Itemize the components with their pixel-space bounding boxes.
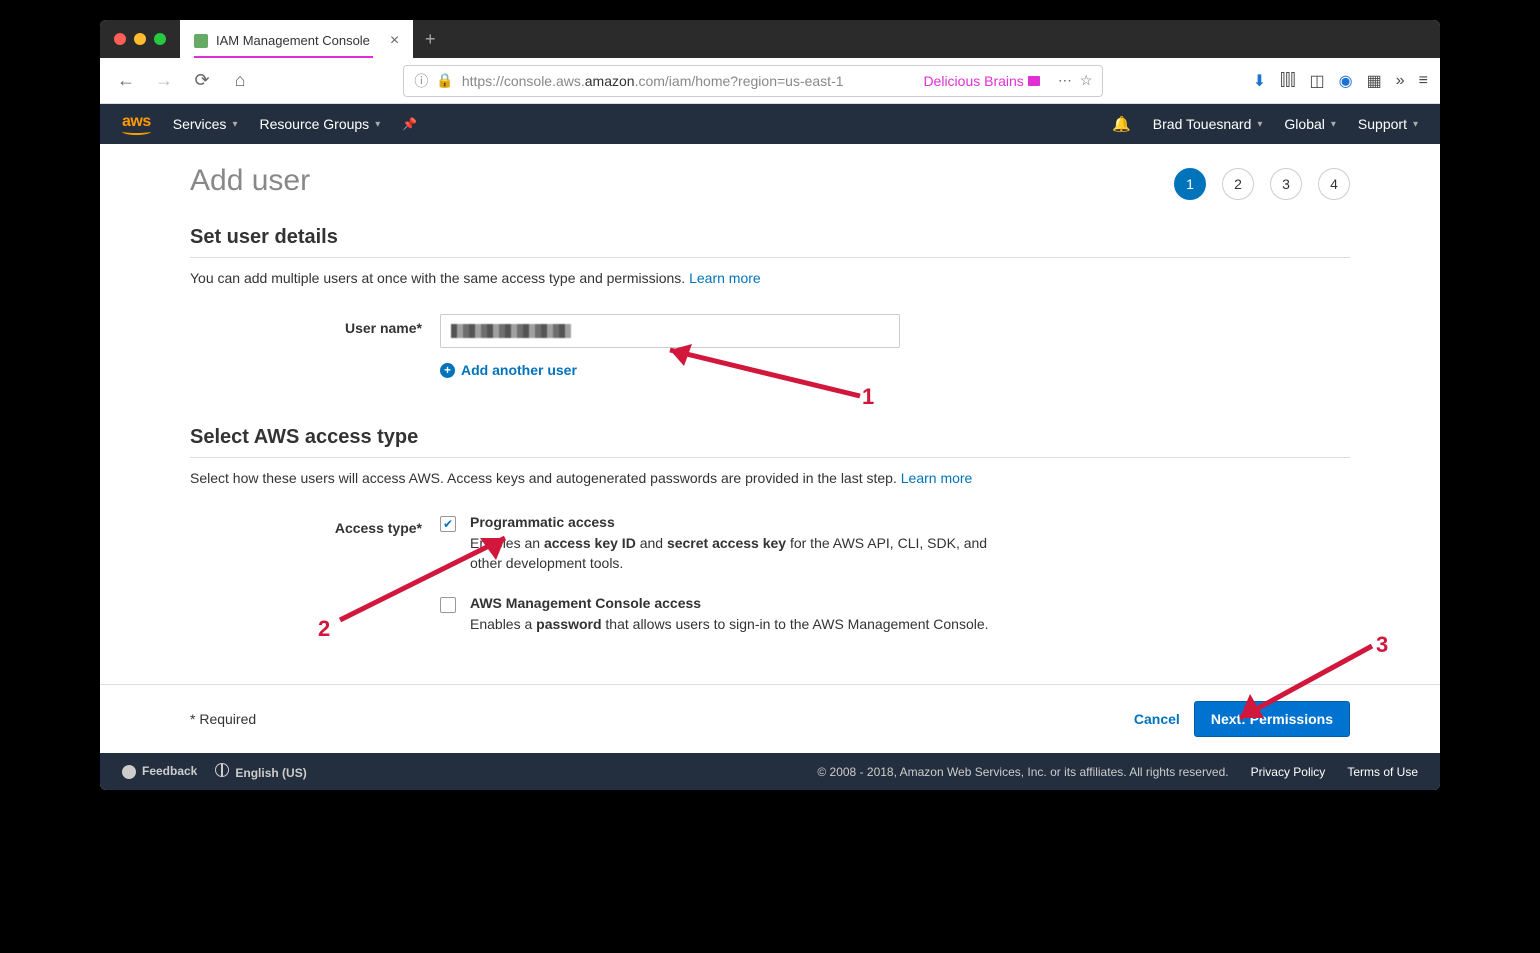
step-2: 2 — [1222, 168, 1254, 200]
lock-icon: 🔒 — [436, 72, 453, 89]
page-actions-icon[interactable]: ⋯ — [1058, 72, 1072, 89]
programmatic-access-checkbox[interactable]: ✔ — [440, 516, 456, 532]
tab-title: IAM Management Console — [216, 33, 370, 48]
library-icon[interactable]: ⫿⫿⫿ — [1280, 72, 1295, 90]
plus-circle-icon: + — [440, 363, 455, 378]
access-type-row: Access type* ✔ Programmatic access Enabl… — [190, 514, 1350, 657]
url-brand-badge: Delicious Brains — [923, 73, 1039, 89]
section-user-details-sub: You can add multiple users at once with … — [190, 270, 1350, 286]
wizard-steps: 1 2 3 4 — [1174, 168, 1350, 200]
services-menu[interactable]: Services▾ — [173, 116, 238, 132]
access-type-label: Access type* — [190, 514, 440, 536]
browser-window: IAM Management Console × + ← → ⟳ ⌂ ⓘ 🔒 h… — [100, 20, 1440, 790]
main-content: 1 2 3 4 Add user Set user details You ca… — [100, 144, 1440, 684]
button-bar: * Required Cancel Next: Permissions — [100, 684, 1440, 753]
browser-tab[interactable]: IAM Management Console × — [180, 20, 413, 58]
learn-more-link-2[interactable]: Learn more — [901, 470, 973, 486]
toolbar: ← → ⟳ ⌂ ⓘ 🔒 https://console.aws.amazon.c… — [100, 58, 1440, 104]
menu-icon[interactable]: ≡ — [1419, 72, 1428, 90]
new-tab-button[interactable]: + — [413, 20, 447, 58]
aws-logo[interactable]: aws — [122, 113, 151, 135]
tab-favicon — [194, 34, 208, 48]
window-controls — [100, 33, 180, 45]
learn-more-link[interactable]: Learn more — [689, 270, 761, 286]
minimize-window-button[interactable] — [134, 33, 146, 45]
section-access-type-heading: Select AWS access type — [190, 426, 1350, 458]
back-button[interactable]: ← — [112, 67, 140, 95]
step-4: 4 — [1318, 168, 1350, 200]
add-another-user-link[interactable]: + Add another user — [440, 362, 1350, 378]
privacy-link[interactable]: Privacy Policy — [1251, 765, 1326, 779]
account-menu[interactable]: Brad Touesnard▾ — [1153, 116, 1263, 132]
required-note: * Required — [190, 711, 256, 727]
step-1[interactable]: 1 — [1174, 168, 1206, 200]
close-window-button[interactable] — [114, 33, 126, 45]
globe-icon — [215, 763, 229, 777]
tab-close-button[interactable]: × — [390, 32, 399, 50]
reload-button[interactable]: ⟳ — [188, 67, 216, 95]
username-value-redacted — [451, 324, 571, 338]
forward-button[interactable]: → — [150, 67, 178, 95]
sidebar-icon[interactable]: ◫ — [1310, 71, 1325, 91]
console-access-desc: Enables a password that allows users to … — [470, 615, 989, 635]
programmatic-access-desc: Enables an access key ID and secret acce… — [470, 534, 1010, 573]
downloads-icon[interactable]: ⬇ — [1253, 71, 1266, 91]
programmatic-access-title: Programmatic access — [470, 514, 1010, 530]
region-menu[interactable]: Global▾ — [1284, 116, 1336, 132]
speech-bubble-icon — [122, 765, 136, 779]
support-menu[interactable]: Support▾ — [1358, 116, 1418, 132]
address-bar[interactable]: ⓘ 🔒 https://console.aws.amazon.com/iam/h… — [403, 65, 1103, 97]
resource-groups-menu[interactable]: Resource Groups▾ — [259, 116, 380, 132]
pin-icon[interactable]: 📌 — [402, 117, 417, 131]
username-row: User name* + Add another user — [190, 314, 1350, 378]
toolbar-icons: ⬇ ⫿⫿⫿ ◫ ◉ ▦ » ≡ — [1253, 71, 1428, 91]
username-label: User name* — [190, 314, 440, 336]
notifications-icon[interactable]: 🔔 — [1112, 115, 1131, 133]
titlebar: IAM Management Console × + — [100, 20, 1440, 58]
info-icon: ⓘ — [414, 71, 428, 91]
bookmark-star-icon[interactable]: ☆ — [1080, 72, 1093, 89]
language-selector[interactable]: English (US) — [215, 763, 306, 780]
extension-icon[interactable]: ◉ — [1339, 71, 1353, 91]
aws-header: aws Services▾ Resource Groups▾ 📌 🔔 Brad … — [100, 104, 1440, 144]
copyright-text: © 2008 - 2018, Amazon Web Services, Inc.… — [817, 765, 1228, 779]
console-access-option: AWS Management Console access Enables a … — [440, 595, 1350, 635]
section-user-details-heading: Set user details — [190, 226, 1350, 258]
terms-link[interactable]: Terms of Use — [1347, 765, 1418, 779]
url-text: https://console.aws.amazon.com/iam/home?… — [462, 73, 844, 89]
programmatic-access-option: ✔ Programmatic access Enables an access … — [440, 514, 1350, 573]
overflow-icon[interactable]: » — [1396, 72, 1405, 90]
aws-footer: Feedback English (US) © 2008 - 2018, Ama… — [100, 753, 1440, 790]
section-access-type-sub: Select how these users will access AWS. … — [190, 470, 1350, 486]
cancel-button[interactable]: Cancel — [1120, 703, 1194, 735]
next-permissions-button[interactable]: Next: Permissions — [1194, 701, 1350, 737]
username-input[interactable] — [440, 314, 900, 348]
feedback-link[interactable]: Feedback — [122, 764, 197, 779]
step-3: 3 — [1270, 168, 1302, 200]
app-grid-icon[interactable]: ▦ — [1367, 71, 1382, 91]
home-button[interactable]: ⌂ — [226, 67, 254, 95]
console-access-checkbox[interactable] — [440, 597, 456, 613]
console-access-title: AWS Management Console access — [470, 595, 989, 611]
maximize-window-button[interactable] — [154, 33, 166, 45]
